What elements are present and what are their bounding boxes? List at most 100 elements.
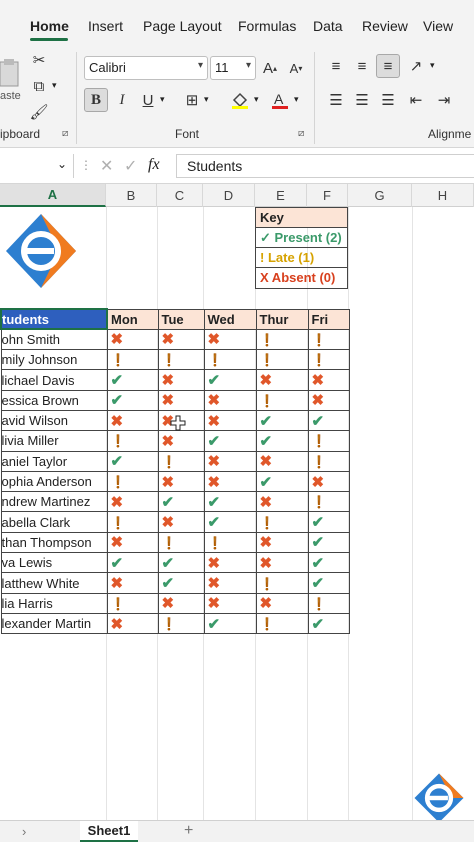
tab-insert[interactable]: Insert: [88, 18, 123, 34]
orientation-dropdown-icon[interactable]: ▾: [430, 60, 435, 71]
font-color-dropdown-icon[interactable]: ▾: [294, 94, 299, 105]
attendance-cell[interactable]: ✔: [203, 430, 257, 452]
attendance-cell[interactable]: ❗: [307, 349, 350, 371]
attendance-cell[interactable]: ❗: [255, 328, 309, 351]
header-mon[interactable]: Mon: [106, 308, 159, 330]
attendance-cell[interactable]: ❗: [106, 592, 159, 614]
student-name-cell[interactable]: ndrew Martinez: [0, 491, 108, 513]
attendance-cell[interactable]: ❗: [255, 511, 309, 533]
increase-indent-icon[interactable]: ⇥: [432, 88, 456, 112]
underline-button[interactable]: U: [136, 88, 160, 112]
attendance-cell[interactable]: ✖: [255, 369, 309, 391]
fill-dropdown-icon[interactable]: ▾: [254, 94, 259, 105]
attendance-cell[interactable]: ✖: [203, 572, 257, 594]
fill-color-icon[interactable]: [228, 88, 252, 112]
font-color-icon[interactable]: A: [268, 88, 292, 112]
attendance-cell[interactable]: ✖: [203, 389, 257, 411]
chevron-down-icon[interactable]: ⌄: [57, 157, 67, 171]
attendance-cell[interactable]: ✖: [157, 470, 205, 493]
formula-bar-handle-icon[interactable]: ⋮: [80, 158, 92, 172]
paste-icon[interactable]: [0, 58, 22, 88]
chevron-right-icon[interactable]: ›: [22, 824, 26, 839]
header-students[interactable]: tudents: [0, 307, 108, 331]
column-header-f[interactable]: F: [307, 184, 348, 207]
decrease-indent-icon[interactable]: ⇤: [404, 88, 428, 112]
paste-label[interactable]: aste: [0, 90, 21, 102]
attendance-cell[interactable]: ✔: [255, 470, 309, 493]
column-header-c[interactable]: C: [157, 184, 203, 207]
copy-icon[interactable]: ⧉: [27, 74, 51, 98]
tab-data[interactable]: Data: [313, 18, 343, 34]
attendance-cell[interactable]: ✔: [307, 409, 350, 432]
attendance-cell[interactable]: ✖: [157, 328, 205, 351]
increase-font-icon[interactable]: A ▴: [258, 56, 282, 80]
attendance-cell[interactable]: ✔: [203, 511, 257, 533]
student-name-cell[interactable]: lichael Davis: [0, 369, 108, 391]
attendance-cell[interactable]: ✖: [203, 592, 257, 614]
formula-input[interactable]: Students: [176, 154, 474, 178]
attendance-cell[interactable]: ❗: [157, 531, 205, 554]
attendance-cell[interactable]: ❗: [157, 349, 205, 371]
attendance-cell[interactable]: ✖: [255, 552, 309, 574]
font-size-select[interactable]: 11 ▾: [210, 56, 256, 80]
attendance-cell[interactable]: ✔: [157, 572, 205, 594]
student-name-cell[interactable]: lia Harris: [0, 592, 108, 614]
italic-button[interactable]: I: [110, 88, 134, 112]
clipboard-launcher-icon[interactable]: ⧄: [62, 128, 68, 139]
header-thur[interactable]: Thur: [255, 308, 309, 330]
attendance-cell[interactable]: ✔: [157, 552, 205, 574]
attendance-cell[interactable]: ✖: [203, 470, 257, 493]
header-fri[interactable]: Fri: [307, 308, 350, 330]
attendance-cell[interactable]: ✔: [307, 552, 350, 574]
attendance-cell[interactable]: ✖: [106, 612, 159, 635]
tab-formulas[interactable]: Formulas: [238, 18, 296, 34]
align-top-icon[interactable]: ≡: [324, 54, 348, 78]
attendance-cell[interactable]: ✖: [255, 531, 309, 554]
attendance-cell[interactable]: ✔: [255, 430, 309, 452]
student-name-cell[interactable]: abella Clark: [0, 511, 108, 533]
font-launcher-icon[interactable]: ⧄: [298, 128, 304, 139]
attendance-cell[interactable]: ✖: [203, 450, 257, 472]
bold-button[interactable]: B: [84, 88, 108, 112]
borders-icon[interactable]: ⊞: [180, 88, 204, 112]
attendance-cell[interactable]: ✔: [203, 369, 257, 391]
sheet-tab-sheet1[interactable]: Sheet1: [80, 821, 138, 842]
tab-home[interactable]: Home: [30, 18, 69, 34]
enter-icon[interactable]: ✓: [124, 156, 137, 176]
attendance-cell[interactable]: ✖: [106, 531, 159, 554]
attendance-cell[interactable]: ✔: [307, 511, 350, 533]
student-name-cell[interactable]: aniel Taylor: [0, 450, 108, 472]
insert-function-icon[interactable]: fx: [148, 156, 160, 174]
attendance-cell[interactable]: ❗: [307, 491, 350, 513]
tab-view[interactable]: View: [423, 18, 453, 34]
student-name-cell[interactable]: mily Johnson: [0, 349, 108, 371]
cancel-icon[interactable]: ✕: [100, 156, 113, 176]
attendance-cell[interactable]: ✔: [157, 491, 205, 513]
attendance-cell[interactable]: ✖: [157, 369, 205, 391]
align-middle-icon[interactable]: ≡: [350, 54, 374, 78]
attendance-cell[interactable]: ❗: [157, 612, 205, 635]
column-header-d[interactable]: D: [203, 184, 255, 207]
orientation-icon[interactable]: ↗: [404, 54, 428, 78]
attendance-cell[interactable]: ✔: [307, 612, 350, 635]
attendance-cell[interactable]: ✖: [255, 592, 309, 614]
attendance-cell[interactable]: ✖: [203, 328, 257, 351]
attendance-cell[interactable]: ✔: [203, 612, 257, 635]
align-bottom-icon[interactable]: ≡: [376, 54, 400, 78]
student-name-cell[interactable]: va Lewis: [0, 552, 108, 574]
attendance-cell[interactable]: ✔: [307, 531, 350, 554]
cut-icon[interactable]: ✂: [27, 48, 51, 72]
attendance-cell[interactable]: ❗: [255, 612, 309, 635]
borders-dropdown-icon[interactable]: ▾: [204, 94, 209, 105]
attendance-cell[interactable]: ✔: [106, 552, 159, 574]
column-header-b[interactable]: B: [106, 184, 157, 207]
attendance-cell[interactable]: ✖: [106, 491, 159, 513]
attendance-cell[interactable]: ❗: [106, 511, 159, 533]
attendance-cell[interactable]: ✖: [157, 592, 205, 614]
attendance-cell[interactable]: ✖: [307, 389, 350, 411]
attendance-cell[interactable]: ✔: [106, 389, 159, 411]
student-name-cell[interactable]: essica Brown: [0, 389, 108, 411]
column-header-g[interactable]: G: [348, 184, 412, 207]
worksheet-grid[interactable]: Key ✓ Present (2) ! Late (1) X Absent (0…: [0, 207, 474, 823]
attendance-cell[interactable]: ✔: [106, 450, 159, 472]
